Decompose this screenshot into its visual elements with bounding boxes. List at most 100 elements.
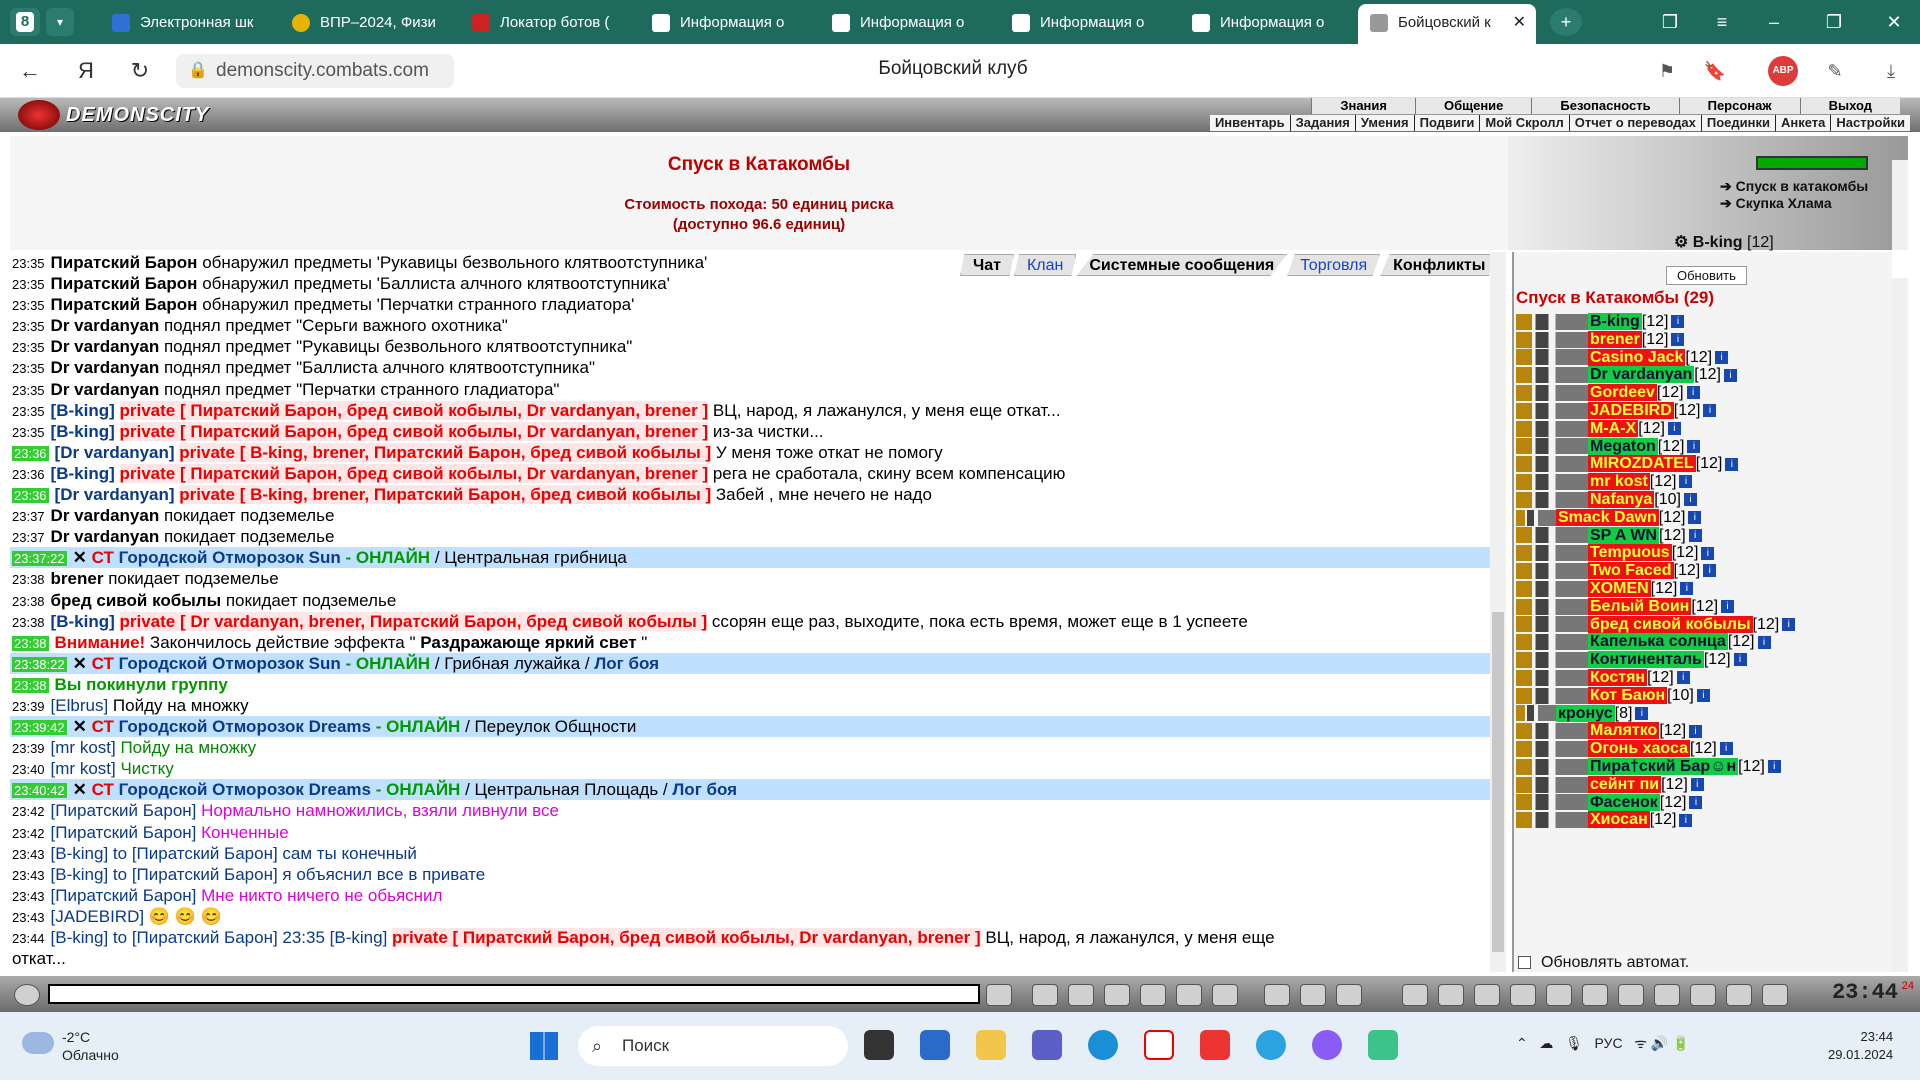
info-icon[interactable]: i [1671,333,1685,347]
private-recipients[interactable]: private [ Пиратский Барон, бред сивой ко… [119,400,709,420]
chat-scrollbar[interactable] [1490,252,1506,972]
user-name[interactable]: Лог боя [672,780,737,799]
refresh-button[interactable]: Обновить [1666,266,1747,285]
user-name[interactable]: [Dr vardanyan] [55,485,175,504]
user-name[interactable]: to [Пиратский Барон] 23:35 [B-king] [113,928,387,947]
user-badges-icon[interactable] [1516,776,1588,793]
message-time[interactable]: 23:43 [12,868,45,883]
chat-input[interactable] [48,984,980,1004]
user-badges-icon[interactable] [1516,598,1588,615]
private-recipients[interactable]: private [ B-king, brener, Пиратский Баро… [179,485,712,505]
info-icon[interactable]: i [1667,422,1681,436]
message-time[interactable]: 23:42 [12,804,45,819]
taskbar-search[interactable]: ⌕ Поиск [578,1026,848,1066]
browser-tab[interactable]: Электронная шк [100,4,270,44]
user-name[interactable]: Огонь хаоса [1588,740,1690,758]
info-icon[interactable]: i [1686,386,1700,400]
info-icon[interactable]: i [1725,457,1739,471]
message-time[interactable]: 23:40:42 [12,783,67,799]
yandex-browser-icon[interactable] [1144,1030,1174,1060]
user-badges-icon[interactable] [1516,473,1588,490]
info-icon[interactable]: i [1715,350,1729,364]
user-name[interactable]: сейнт пи [1588,775,1662,793]
message-time[interactable]: 23:42 [12,826,45,841]
tab-clan[interactable]: Клан [1013,254,1077,276]
info-icon[interactable]: i [1703,404,1717,418]
windows-start-icon[interactable] [530,1032,558,1060]
menu-knowledge[interactable]: Знания [1311,98,1415,114]
private-recipients[interactable]: private [ Пиратский Барон, бред сивой ко… [119,463,709,483]
user-badges-icon[interactable] [1516,669,1588,686]
info-icon[interactable]: i [1676,671,1690,685]
user-name[interactable]: Малятко [1588,722,1660,740]
close-tab-icon[interactable]: ✕ [1513,4,1526,42]
user-list-scrollbar[interactable] [1892,278,1908,972]
info-icon[interactable]: i [1687,439,1701,453]
user-name[interactable]: [B-king] [51,844,109,863]
message-time[interactable]: 23:35 [12,340,45,355]
user-badges-icon[interactable] [1516,812,1588,829]
clock-date[interactable]: 23:44 29.01.2024 [1828,1028,1893,1064]
menu-exit[interactable]: Выход [1799,98,1900,114]
info-icon[interactable]: i [1680,582,1694,596]
user-name[interactable]: [mr kost] [51,759,116,778]
browser-tab[interactable]: Информация о [820,4,990,44]
user-badges-icon[interactable] [1516,313,1588,330]
user-name[interactable]: M-A-X [1588,419,1639,437]
user-name[interactable]: Casino Jack [1588,348,1686,366]
translate-icon[interactable]: ⚑ [1652,56,1682,86]
clan-icon[interactable] [1300,984,1326,1006]
link-junk-shop[interactable]: ➔ Скупка Хлама [1720,195,1868,212]
user-badges-icon[interactable] [1516,740,1588,757]
user-name[interactable]: [B-king] [51,401,115,420]
messenger-icon[interactable] [1368,1030,1398,1060]
user-name[interactable]: кронус [1556,704,1615,722]
info-icon[interactable]: i [1723,368,1737,382]
message-time[interactable]: 23:43 [12,910,45,925]
browser-tab[interactable]: Информация о [1180,4,1350,44]
user-name[interactable]: brener [1588,330,1642,348]
mail-icon[interactable] [1726,984,1752,1006]
user-name[interactable]: [B-king] [51,612,115,631]
message-time[interactable]: 23:35 [12,361,45,376]
minimize-icon[interactable]: – [1758,8,1790,36]
message-time[interactable]: 23:35 [12,256,45,271]
clear-icon[interactable] [1032,984,1058,1006]
explorer-icon[interactable] [976,1030,1006,1060]
user-name[interactable]: Белый Воин [1588,597,1692,615]
user-name[interactable]: JADEBIRD [1588,402,1674,419]
user-name[interactable]: бред сивой кобылы [1588,615,1753,633]
tab-chat[interactable]: Чат [960,254,1014,276]
globe-icon[interactable] [1618,984,1644,1006]
emoji-icon[interactable] [1264,984,1290,1006]
lock-icon[interactable] [1402,984,1428,1006]
user-name[interactable]: [B-king] [51,865,109,884]
tabs-icon[interactable]: ❐ [1654,8,1686,36]
message-time[interactable]: 23:36 [12,467,45,482]
user-name[interactable]: Gordeev [1588,384,1657,402]
private-recipients[interactable]: private [ Dr vardanyan, brener, Пиратски… [119,611,708,631]
user-name[interactable]: Two Faced [1588,562,1674,580]
user-badges-icon[interactable] [1516,527,1588,544]
info-icon[interactable]: i [1701,546,1715,560]
message-time[interactable]: 23:38 [12,594,45,609]
user-badges-icon[interactable] [1516,562,1588,579]
info-icon[interactable]: i [1757,635,1771,649]
message-time[interactable]: 23:39 [12,741,45,756]
task-view-icon[interactable] [864,1030,894,1060]
user-name[interactable]: Кот Баюн [1588,686,1668,704]
user-name[interactable]: [Пиратский Барон] [51,886,197,905]
message-time[interactable]: 23:43 [12,889,45,904]
auto-refresh-toggle[interactable]: Обновлять автомат. [1518,954,1689,972]
user-name[interactable]: Фасенок [1588,793,1660,811]
user-badges-icon[interactable] [1516,687,1588,704]
fighter-icon[interactable] [1140,984,1166,1006]
user-name[interactable]: [B-king] [51,422,115,441]
submenu-battles[interactable]: Поединки [1702,115,1776,131]
user-name[interactable]: XOMEN [1588,580,1651,597]
message-time[interactable]: 23:36 [12,445,49,461]
browser-tab[interactable]: Локатор ботов ( [460,4,630,44]
user-name[interactable]: Megaton [1588,437,1658,455]
message-time[interactable]: 23:38:22 [12,656,67,672]
flower-icon[interactable] [1690,984,1716,1006]
